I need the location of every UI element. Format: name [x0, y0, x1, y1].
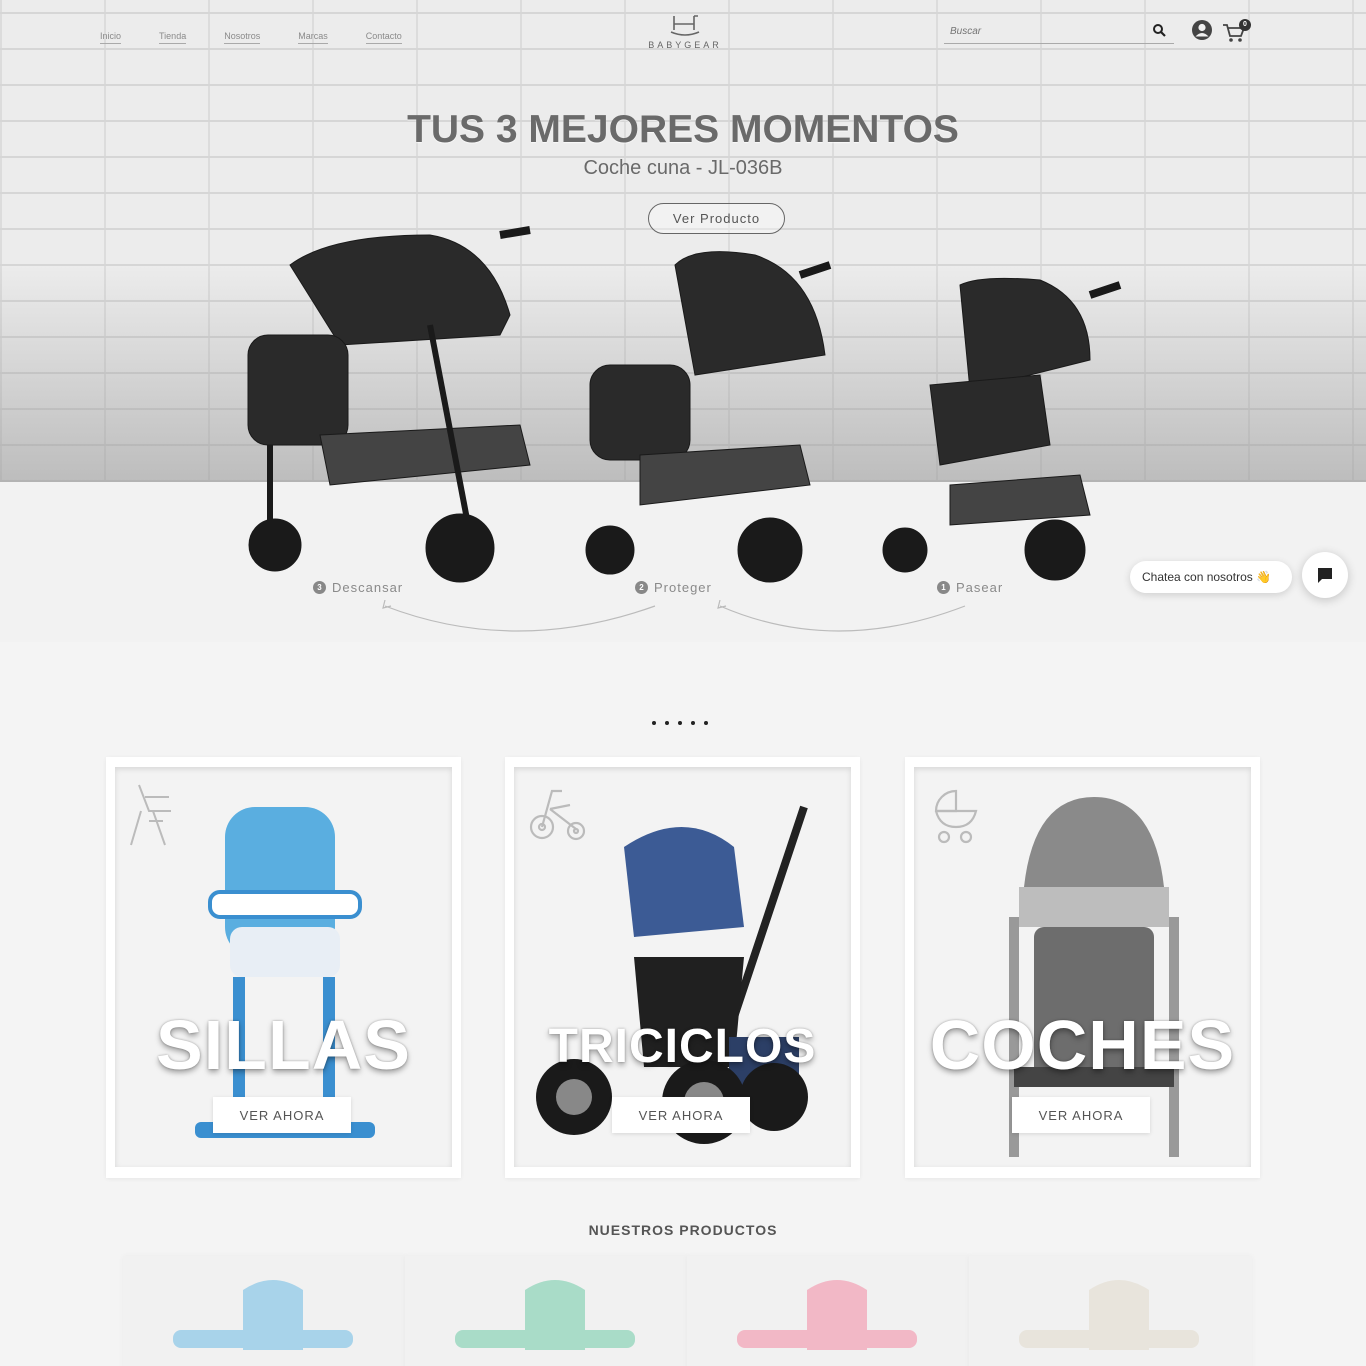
- stroller-product-image: [247, 226, 1122, 583]
- slider-dot[interactable]: [652, 721, 656, 725]
- slider-dot[interactable]: [691, 721, 695, 725]
- chat-icon: [1318, 568, 1332, 583]
- category-card-coches[interactable]: COCHES VER AHORA: [905, 757, 1260, 1178]
- top-navigation: Inicio Tienda Nosotros Marcas Contacto B…: [0, 0, 1366, 64]
- stroller-rest-mode: [247, 226, 531, 583]
- tray-shape: [173, 1330, 353, 1348]
- brand-logo[interactable]: BABYGEAR: [640, 12, 730, 50]
- product-card[interactable]: [687, 1256, 970, 1366]
- step-label: Pasear: [956, 580, 1004, 595]
- search-bar: [944, 20, 1174, 44]
- category-title: TRICICLOS: [548, 1020, 817, 1073]
- product-card[interactable]: [405, 1256, 688, 1366]
- slider-dots: [652, 721, 708, 725]
- stroller-protect-mode: [585, 251, 832, 583]
- product-image: [1019, 1280, 1199, 1350]
- step-number: 3: [313, 581, 326, 594]
- category-card-triciclos[interactable]: TRICICLOS VER AHORA: [505, 757, 860, 1178]
- cart-count-badge: 0: [1239, 19, 1251, 31]
- product-card[interactable]: [123, 1256, 406, 1366]
- rocking-horse-icon: [670, 15, 700, 36]
- nav-contacto[interactable]: Contacto: [365, 31, 402, 44]
- nav-tienda[interactable]: Tienda: [159, 31, 187, 44]
- search-icon[interactable]: [1152, 23, 1166, 37]
- stroller-walk-mode: [882, 277, 1122, 581]
- product-image: [737, 1280, 917, 1350]
- product-image: [173, 1280, 353, 1350]
- nav-marcas[interactable]: Marcas: [298, 31, 328, 44]
- products-section-title: NUESTROS PRODUCTOS: [588, 1222, 778, 1238]
- chat-prompt-bubble[interactable]: Chatea con nosotros 👋: [1130, 561, 1292, 593]
- logo-text: BABYGEAR: [648, 40, 722, 50]
- product-image: [455, 1280, 635, 1350]
- step-proteger: 2 Proteger: [635, 580, 712, 595]
- card-frame: COCHES VER AHORA: [914, 767, 1251, 1167]
- nav-nosotros[interactable]: Nosotros: [224, 31, 261, 44]
- hero-title: TUS 3 MEJORES MOMENTOS: [407, 108, 959, 151]
- chat-open-button[interactable]: [1302, 552, 1348, 598]
- hero-banner: Inicio Tienda Nosotros Marcas Contacto B…: [0, 0, 1366, 642]
- slider-dot[interactable]: [678, 721, 682, 725]
- tray-shape: [1019, 1330, 1199, 1348]
- slider-dot[interactable]: [704, 721, 708, 725]
- step-arrows: [382, 600, 966, 632]
- slider-dot[interactable]: [665, 721, 669, 725]
- search-input[interactable]: [944, 20, 1144, 42]
- step-descansar: 3 Descansar: [313, 580, 403, 595]
- tray-shape: [737, 1330, 917, 1348]
- main-nav: Inicio Tienda Nosotros Marcas Contacto: [100, 31, 440, 44]
- step-number: 1: [937, 581, 950, 594]
- card-frame: SILLAS VER AHORA: [115, 767, 452, 1167]
- step-number: 2: [635, 581, 648, 594]
- nav-inicio[interactable]: Inicio: [100, 31, 122, 44]
- card-frame: TRICICLOS VER AHORA: [514, 767, 851, 1167]
- category-card-sillas[interactable]: SILLAS VER AHORA: [106, 757, 461, 1178]
- user-account-icon[interactable]: [1191, 19, 1213, 41]
- step-label: Descansar: [332, 580, 404, 595]
- category-title: SILLAS: [156, 1006, 411, 1084]
- category-title: COCHES: [929, 1006, 1236, 1084]
- product-card[interactable]: [969, 1256, 1252, 1366]
- hero-subtitle: Coche cuna - JL-036B: [583, 157, 783, 179]
- step-pasear: 1 Pasear: [937, 580, 1003, 595]
- view-now-button[interactable]: VER AHORA: [612, 1097, 750, 1133]
- view-now-button[interactable]: VER AHORA: [213, 1097, 351, 1133]
- view-now-button[interactable]: VER AHORA: [1012, 1097, 1150, 1133]
- step-label: Proteger: [654, 580, 712, 595]
- tray-shape: [455, 1330, 635, 1348]
